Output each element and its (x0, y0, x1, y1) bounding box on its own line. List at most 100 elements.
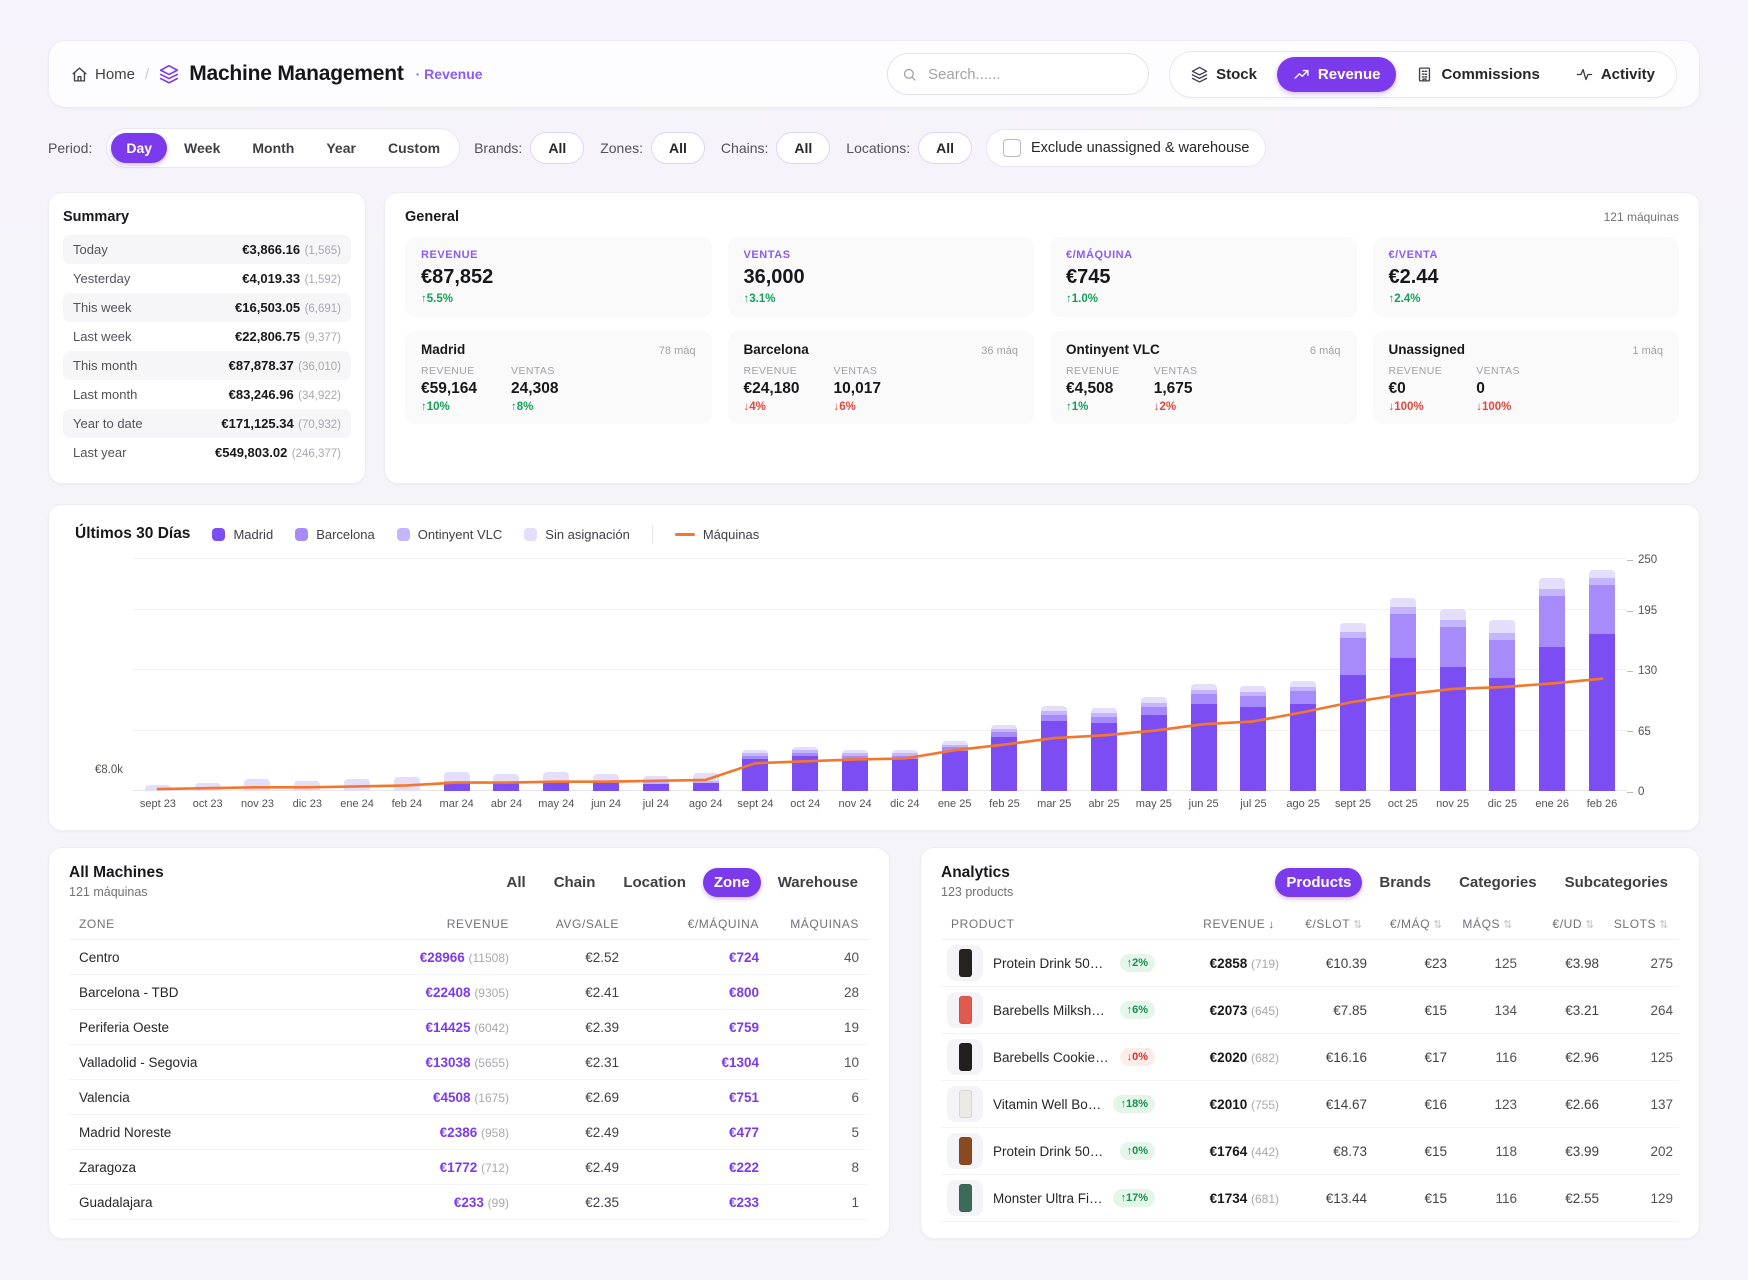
machines-subtitle: 121 máquinas (69, 885, 164, 899)
kpi-value: €87,852 (421, 266, 696, 289)
bar-may-24 (531, 772, 581, 791)
search-box[interactable] (887, 53, 1149, 95)
machines-tab-location[interactable]: Location (612, 868, 697, 897)
right-axis-tick: 195 (1627, 605, 1657, 617)
product-per-ud: €2.66 (1517, 1097, 1599, 1112)
machines-row-barcelona-tbd[interactable]: Barcelona - TBD€22408 (9305)€2.41€80028 (69, 975, 869, 1010)
machines-tab-warehouse[interactable]: Warehouse (767, 868, 869, 897)
bar-segment-madrid (742, 759, 768, 791)
filter-brands-value[interactable]: All (530, 132, 584, 164)
filter-label: Zones: (600, 140, 643, 156)
product-bottle-image (959, 1137, 972, 1165)
bar-nov-25 (1428, 609, 1478, 791)
machines-tab-chain[interactable]: Chain (543, 868, 607, 897)
legend-label: Máquinas (703, 527, 759, 542)
zone-revenue-value: €2386 (440, 1125, 478, 1140)
analytics-subtitle: 123 products (941, 885, 1013, 899)
product-bottle-image (959, 1184, 972, 1212)
product-thumbnail (947, 1086, 983, 1122)
analytics-tab-subcategories[interactable]: Subcategories (1554, 868, 1679, 897)
machines-row-zaragoza[interactable]: Zaragoza€1772 (712)€2.49€2228 (69, 1150, 869, 1185)
bar-segment-sin-asignación (145, 785, 171, 791)
analytics-col-revenue[interactable]: REVENUE↓ (1151, 917, 1275, 931)
analytics-row-barebells-milkshake-stra[interactable]: Barebells Milkshake stra...↑6%€2073 (645… (941, 987, 1679, 1034)
analytics-col-slot[interactable]: €/SLOT⇅ (1275, 917, 1363, 931)
city-card-head: Ontinyent VLC6 máq (1066, 342, 1341, 357)
zone-revenue-value: €1772 (440, 1160, 478, 1175)
zone-revenue-units: (958) (481, 1126, 509, 1140)
machines-row-valencia[interactable]: Valencia€4508 (1675)€2.69€7516 (69, 1080, 869, 1115)
bar-segment-sin-asignación (493, 774, 519, 781)
bar-segment-sin-asignación (444, 772, 470, 780)
analytics-col-slots[interactable]: SLOTS⇅ (1595, 917, 1669, 931)
analytics-row-protein-drink-500ml-vainilla[interactable]: Protein Drink 500ml Vainilla↑0%€1764 (44… (941, 1128, 1679, 1175)
analytics-col-máqs[interactable]: MÁQS⇅ (1443, 917, 1513, 931)
product-slots: 129 (1599, 1191, 1673, 1206)
summary-value-wrap: €22,806.75 (9,377) (235, 328, 341, 346)
zone-revenue-units: (9305) (474, 986, 509, 1000)
zone-name: Valencia (79, 1090, 359, 1105)
home-link[interactable]: Home (71, 66, 135, 83)
x-label: nov 23 (233, 798, 283, 810)
machines-row-periferia-oeste[interactable]: Periferia Oeste€14425 (6042)€2.39€75919 (69, 1010, 869, 1045)
filter-zones-value[interactable]: All (651, 132, 705, 164)
filter-chains-value[interactable]: All (776, 132, 830, 164)
analytics-col-ud[interactable]: €/UD⇅ (1513, 917, 1595, 931)
legend-ontinyent-vlc: Ontinyent VLC (397, 527, 503, 542)
exclude-checkbox[interactable] (1003, 139, 1021, 157)
legend-swatch (212, 528, 225, 541)
search-input[interactable] (926, 65, 1134, 84)
metric-change: ↓6% (834, 401, 881, 413)
period-day-button[interactable]: Day (111, 133, 167, 163)
breadcrumb: Home / Machine Management · Revenue (71, 62, 483, 86)
analytics-row-monster-ultra-fiesta-500ml[interactable]: Monster Ultra Fiesta 500ml↑17%€1734 (681… (941, 1175, 1679, 1222)
filter-locations-value[interactable]: All (918, 132, 972, 164)
product-revenue-value: €2020 (1210, 1050, 1248, 1065)
machines-row-valladolid-segovia[interactable]: Valladolid - Segovia€13038 (5655)€2.31€1… (69, 1045, 869, 1080)
analytics-row-barebells-cookies-caramel[interactable]: Barebells Cookies&Caramel↓0%€2020 (682)€… (941, 1034, 1679, 1081)
machines-tab-zone[interactable]: Zone (703, 868, 761, 897)
analytics-tab-brands[interactable]: Brands (1368, 868, 1442, 897)
bar-sept-24 (731, 750, 781, 791)
period-custom-button[interactable]: Custom (373, 133, 455, 163)
kpi-ventas: VENTAS36,000↑3.1% (728, 237, 1035, 317)
metric-label: VENTAS (1154, 365, 1198, 377)
tick-mark (1627, 792, 1633, 793)
bar-segment-barcelona (1290, 691, 1316, 704)
bar-segment-madrid (1091, 723, 1117, 791)
period-month-button[interactable]: Month (237, 133, 309, 163)
legend-items: MadridBarcelonaOntinyent VLCSin asignaci… (212, 525, 759, 543)
analytics-col-máq[interactable]: €/MÁQ⇅ (1363, 917, 1443, 931)
analytics-row-vitamin-well-boost-aránd[interactable]: Vitamin Well Boost Aránd...↑18%€2010 (75… (941, 1081, 1679, 1128)
machines-tab-all[interactable]: All (496, 868, 537, 897)
zone-per-machine: €222 (619, 1160, 759, 1175)
summary-value-wrap: €549,803.02 (246,377) (215, 444, 341, 462)
product-bottle-image (959, 949, 972, 977)
machines-row-guadalajara[interactable]: Guadalajara€233 (99)€2.35€2331 (69, 1185, 869, 1220)
nav-revenue-button[interactable]: Revenue (1277, 57, 1397, 92)
nav-stock-button[interactable]: Stock (1175, 57, 1273, 92)
summary-value-wrap: €87,878.37 (36,010) (229, 357, 341, 375)
exclude-filter[interactable]: Exclude unassigned & warehouse (986, 129, 1266, 167)
city-machine-count: 6 máq (1310, 345, 1341, 357)
legend-sin-asignación: Sin asignación (524, 527, 630, 542)
metric-change: ↓100% (1476, 401, 1520, 413)
bar-segment-barcelona (1240, 696, 1266, 707)
period-year-button[interactable]: Year (311, 133, 371, 163)
machines-row-centro[interactable]: Centro€28966 (11508)€2.52€72440 (69, 940, 869, 975)
analytics-tab-categories[interactable]: Categories (1448, 868, 1548, 897)
product-revenue: €2020 (682) (1155, 1050, 1279, 1065)
legend-swatch (295, 528, 308, 541)
nav-activity-button[interactable]: Activity (1560, 57, 1671, 92)
machines-row-madrid-noreste[interactable]: Madrid Noreste€2386 (958)€2.49€4775 (69, 1115, 869, 1150)
product-revenue-value: €2858 (1210, 956, 1248, 971)
tick-mark (1627, 611, 1633, 612)
nav-commissions-button[interactable]: Commissions (1400, 57, 1555, 92)
x-label: nov 25 (1428, 798, 1478, 810)
bar-segment-madrid (1041, 721, 1067, 791)
zone-per-machine: €477 (619, 1125, 759, 1140)
period-week-button[interactable]: Week (169, 133, 235, 163)
analytics-row-protein-drink-500ml-cook[interactable]: Protein Drink 500ml Cook...↑2%€2858 (719… (941, 940, 1679, 987)
bar-stack (195, 783, 221, 791)
analytics-tab-products[interactable]: Products (1275, 868, 1362, 897)
